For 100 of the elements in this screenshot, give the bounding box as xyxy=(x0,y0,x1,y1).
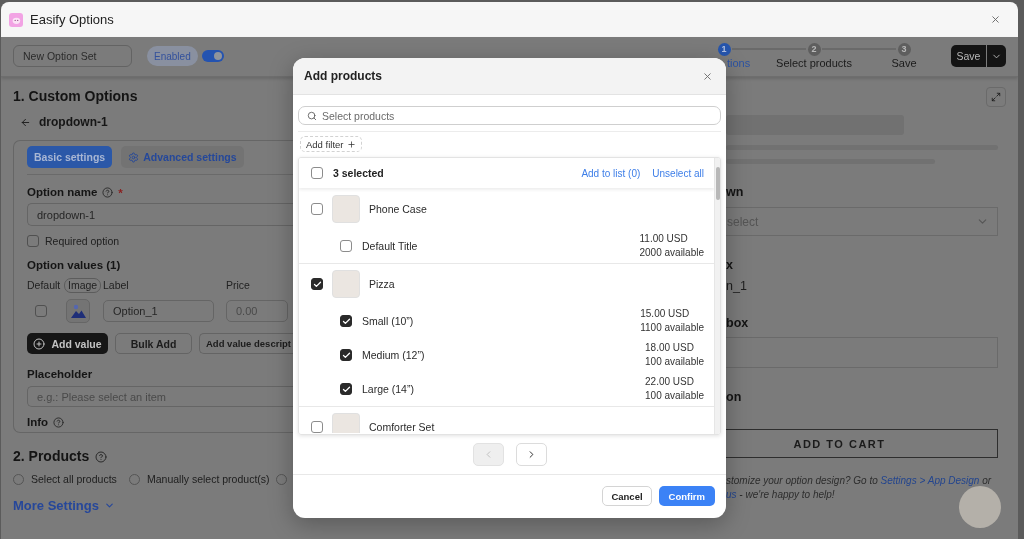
option-value-text: n_1 xyxy=(726,278,747,294)
checkbox[interactable] xyxy=(27,235,39,247)
link[interactable]: us xyxy=(726,489,737,500)
checkbox[interactable] xyxy=(311,203,323,215)
product-photo-placeholder xyxy=(332,195,360,223)
add-filter-button[interactable]: Add filter xyxy=(300,136,362,152)
checkbox[interactable] xyxy=(340,315,352,327)
step-number: 3 xyxy=(897,42,911,56)
variant-name: Medium (12”) xyxy=(362,349,425,361)
section-heading: 1. Custom Options xyxy=(13,88,138,105)
field-label: Placeholder xyxy=(27,367,93,382)
step-number: 2 xyxy=(807,42,821,56)
dialog-title: Add products xyxy=(304,69,382,83)
radio-label: Manually select product(s) xyxy=(147,473,270,485)
variant-name: Default Title xyxy=(362,240,418,252)
checkbox[interactable] xyxy=(340,240,352,252)
checkbox[interactable] xyxy=(311,167,323,179)
step-label: Select products xyxy=(776,56,852,70)
variant-stock: 100 available xyxy=(645,389,704,403)
help-icon xyxy=(53,417,65,428)
variant-price: 15.00 USD xyxy=(640,307,690,321)
step-label: Save xyxy=(891,56,917,70)
cancel-button[interactable]: Cancel xyxy=(602,486,652,506)
close-icon[interactable] xyxy=(702,70,713,82)
check-icon xyxy=(341,316,351,326)
toggle-switch[interactable] xyxy=(201,50,224,62)
text-input-field[interactable] xyxy=(726,337,998,368)
help-icon xyxy=(102,187,114,198)
window-title: Easify Options xyxy=(30,12,114,27)
variant-price: 11.00 USD xyxy=(639,232,688,246)
radio-button[interactable] xyxy=(276,473,287,485)
variant-stock: 2000 available xyxy=(639,246,704,260)
field-label: Option name xyxy=(27,185,98,200)
field-label: Info xyxy=(27,415,49,430)
field-label: box xyxy=(726,315,749,331)
action-button[interactable]: Add value xyxy=(27,333,108,354)
required-mark: * xyxy=(118,186,123,199)
column-header: Label xyxy=(103,278,129,293)
field-label: on xyxy=(726,389,742,405)
search-field[interactable]: Select products xyxy=(298,106,721,125)
check-icon xyxy=(312,279,322,289)
column-header: Image xyxy=(64,278,102,293)
radio-button[interactable] xyxy=(13,473,24,485)
step-number: 1 xyxy=(717,42,731,56)
checkbox[interactable] xyxy=(311,421,323,433)
product-name: Comforter Set xyxy=(369,421,435,433)
checkbox-label: Required option xyxy=(45,235,120,247)
product-name: Phone Case xyxy=(369,203,427,215)
checkbox[interactable] xyxy=(35,305,47,317)
option-name-field[interactable]: dropdown-1 xyxy=(27,203,293,226)
variant-name: Large (14”) xyxy=(362,383,414,395)
variant-name: Small (10”) xyxy=(362,315,414,327)
column-header: Price xyxy=(226,278,250,293)
save-menu-button[interactable] xyxy=(987,45,1006,67)
product-name: Pizza xyxy=(369,278,395,290)
confirm-button[interactable]: Confirm xyxy=(658,486,715,506)
status-badge: Enabled xyxy=(147,46,198,66)
radio-label: Select all products xyxy=(31,473,117,485)
expand-button[interactable] xyxy=(986,87,1006,107)
plus-circle-icon xyxy=(33,337,46,350)
field-label: wn xyxy=(726,184,744,200)
checkbox[interactable] xyxy=(340,349,352,361)
product-photo-placeholder xyxy=(332,270,360,298)
label-input-field[interactable]: Option_1 xyxy=(103,300,214,322)
image-icon xyxy=(70,304,86,318)
section-heading: 2. Products xyxy=(13,448,90,465)
action-button[interactable]: Bulk Add xyxy=(115,333,192,354)
variant-stock: 100 available xyxy=(645,355,704,369)
option-title: dropdown-1 xyxy=(39,115,108,129)
check-icon xyxy=(341,384,351,394)
image-upload-button[interactable] xyxy=(66,299,90,323)
save-button[interactable]: Save xyxy=(951,45,986,67)
add-to-cart-button[interactable]: ADD TO CART xyxy=(726,429,998,458)
radio-button[interactable] xyxy=(129,473,140,485)
app-logo-icon xyxy=(9,12,23,27)
step-label: tions xyxy=(727,56,751,70)
link-button[interactable]: Add to list (0) xyxy=(581,167,641,179)
selected-count: 3 selected xyxy=(333,167,384,179)
variant-price: 22.00 USD xyxy=(645,375,694,389)
help-icon xyxy=(95,450,108,463)
check-icon xyxy=(341,350,351,360)
gear-icon xyxy=(128,151,140,163)
help-text: stomize your option design? Go to Settings > App Design or us - we're happy to help! xyxy=(726,474,992,502)
close-icon[interactable] xyxy=(990,14,1001,25)
link-button[interactable]: Unselect all xyxy=(652,167,704,179)
more-settings-button[interactable]: More Settings xyxy=(13,497,115,514)
option-set-name-field[interactable]: New Option Set xyxy=(13,45,132,67)
link[interactable]: Settings > App Design xyxy=(880,475,980,486)
plus-icon xyxy=(346,139,356,149)
back-arrow-icon[interactable] xyxy=(20,116,31,128)
variant-price: 18.00 USD xyxy=(645,341,694,355)
settings-tab[interactable]: Basic settings xyxy=(27,146,113,168)
variant-stock: 1100 available xyxy=(640,321,704,335)
search-icon xyxy=(307,110,317,121)
checkbox[interactable] xyxy=(340,383,352,395)
scrollbar-thumb[interactable] xyxy=(715,167,720,200)
checkbox[interactable] xyxy=(311,278,323,290)
column-header: Default xyxy=(27,278,61,293)
field-label: Option values (1) xyxy=(27,258,121,273)
chevron-down-icon xyxy=(103,500,115,511)
